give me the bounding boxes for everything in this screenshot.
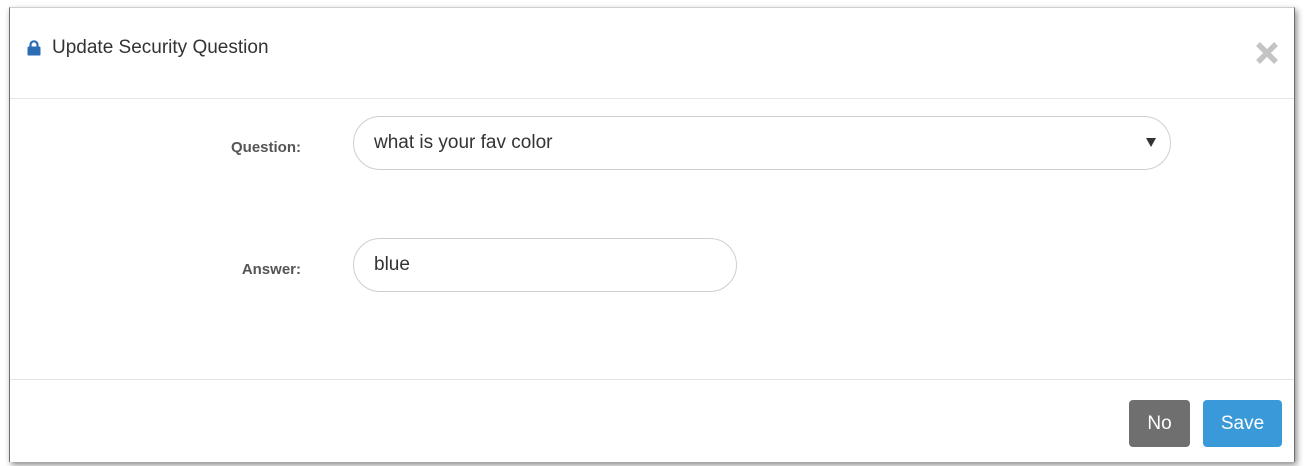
update-security-question-dialog: Update Security Question Question: what … [9, 7, 1295, 462]
save-button[interactable]: Save [1203, 400, 1282, 447]
lock-icon [27, 40, 41, 56]
dialog-header: Update Security Question [10, 8, 1294, 99]
question-selected-value: what is your fav color [374, 132, 553, 153]
dialog-body: Question: what is your fav color Answer: [10, 99, 1294, 379]
dialog-title-group: Update Security Question [27, 36, 269, 60]
question-select[interactable]: what is your fav color [353, 116, 1171, 170]
answer-label: Answer: [241, 261, 301, 278]
dropdown-arrow-icon [1146, 138, 1156, 147]
close-button[interactable] [1254, 40, 1280, 66]
close-icon [1256, 42, 1278, 64]
page: Update Security Question Question: what … [0, 0, 1308, 466]
answer-input[interactable] [353, 238, 737, 292]
no-button[interactable]: No [1129, 400, 1190, 447]
question-label: Question: [231, 139, 301, 156]
dialog-title: Update Security Question [52, 37, 269, 58]
dialog-footer: No Save [10, 379, 1294, 463]
